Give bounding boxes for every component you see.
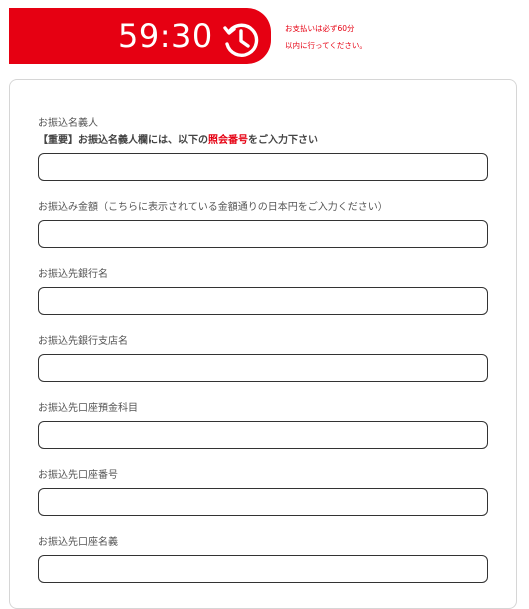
field-account-number: お振込先口座番号	[38, 469, 490, 516]
branch-name-input[interactable]	[38, 354, 488, 382]
field-branch-name: お振込先銀行支店名	[38, 335, 490, 382]
countdown-timer-text: 59:30	[118, 17, 213, 55]
note-suffix: をご入力下さい	[248, 135, 318, 146]
bank-name-input[interactable]	[38, 287, 488, 315]
field-label: お振込先銀行名	[38, 269, 108, 280]
note-highlight-reference-number: 照会番号	[208, 135, 248, 146]
transfer-form-card: お振込名義人 【重要】お振込名義人欄には、以下の照会番号をご入力下さい お振込み…	[9, 79, 517, 609]
note-prefix: 【重要】お振込名義人欄には、以下の	[38, 135, 208, 146]
field-label: お振込先銀行支店名	[38, 336, 128, 347]
field-label: お振込先口座番号	[38, 470, 118, 481]
field-account-holder: お振込先口座名義	[38, 536, 490, 583]
field-label: お振込名義人	[38, 118, 98, 129]
account-number-input[interactable]	[38, 488, 488, 516]
account-holder-input[interactable]	[38, 555, 488, 583]
field-transfer-amount: お振込み金額（こちらに表示されている金額通りの日本円をご入力ください）	[38, 201, 490, 248]
field-label: お振込先口座名義	[38, 537, 118, 548]
payer-name-input[interactable]	[38, 153, 488, 181]
payment-deadline-notice: お支払いは必ず60分 以内に行ってください。	[285, 20, 367, 54]
field-label: お振込み金額（こちらに表示されている金額通りの日本円をご入力ください）	[38, 202, 388, 213]
field-label: お振込先口座預金科目	[38, 403, 138, 414]
account-type-input[interactable]	[38, 421, 488, 449]
clock-history-icon	[223, 23, 259, 57]
notice-line-1: お支払いは必ず60分	[285, 24, 355, 33]
reference-number-note: 【重要】お振込名義人欄には、以下の照会番号をご入力下さい	[38, 134, 490, 147]
countdown-timer-bar: 59:30	[9, 8, 271, 64]
transfer-amount-input[interactable]	[38, 220, 488, 248]
field-bank-name: お振込先銀行名	[38, 268, 490, 315]
field-payer-name: お振込名義人 【重要】お振込名義人欄には、以下の照会番号をご入力下さい	[38, 117, 490, 181]
field-account-type: お振込先口座預金科目	[38, 402, 490, 449]
notice-line-2: 以内に行ってください。	[285, 41, 367, 50]
